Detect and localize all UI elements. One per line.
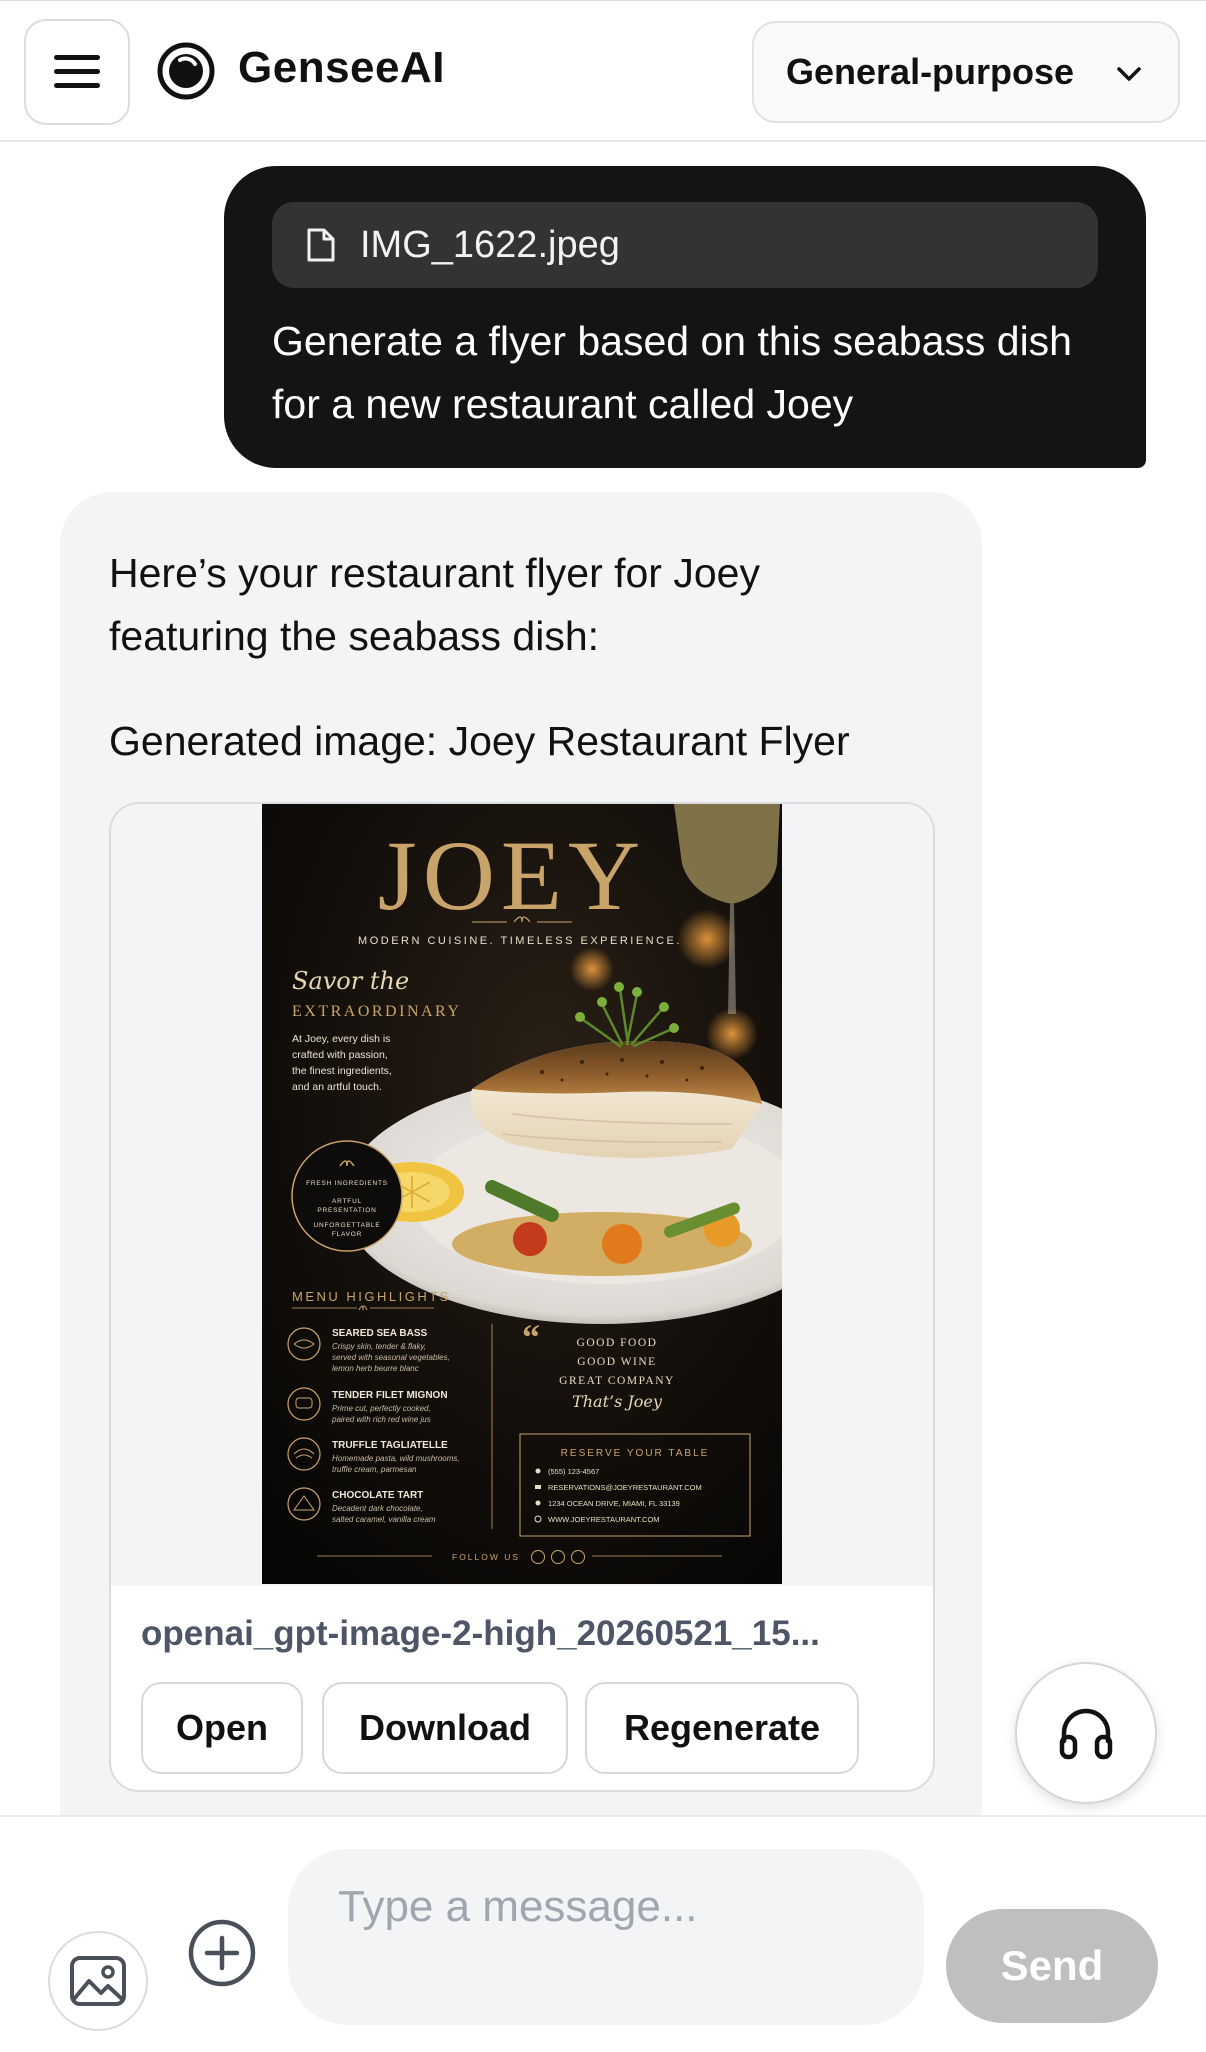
menu-item-desc: served with seasonal vegetables, [332, 1353, 450, 1362]
badge-line: FLAVOR [332, 1231, 362, 1238]
quote-line: GOOD WINE [577, 1356, 656, 1368]
reserve-title: RESERVE YOUR TABLE [561, 1448, 710, 1459]
plus-circle-icon [188, 1919, 256, 1987]
contact-website: WWW.JOEYRESTAURANT.COM [548, 1515, 660, 1524]
flyer-title: JOEY [378, 820, 646, 931]
file-icon [307, 228, 335, 262]
flyer-follow-text: FOLLOW US [452, 1552, 520, 1562]
menu-item-desc: Prime cut, perfectly cooked, [332, 1404, 431, 1413]
image-caption: Generated image: Joey Restaurant Flyer [109, 718, 850, 764]
send-button[interactable]: Send [946, 1909, 1158, 2023]
menu-item-desc: salted caramel, vanilla cream [332, 1515, 436, 1524]
menu-item-desc: truffle cream, parmesan [332, 1465, 417, 1474]
regenerate-button[interactable]: Regenerate [585, 1682, 859, 1774]
brand-name: GenseeAI [238, 43, 445, 92]
flyer-tagline: MODERN CUISINE. TIMELESS EXPERIENCE. [358, 935, 682, 947]
contact-phone: (555) 123-4567 [548, 1467, 599, 1476]
quote-line: GREAT COMPANY [559, 1375, 675, 1387]
image-icon [70, 1956, 126, 2006]
open-button[interactable]: Open [141, 1682, 303, 1774]
menu-item-desc: Decadent dark chocolate, [332, 1504, 423, 1513]
chevron-down-icon [1117, 67, 1141, 81]
contact-email: RESERVATIONS@JOEYRESTAURANT.COM [548, 1483, 702, 1492]
attach-image-button[interactable] [48, 1931, 148, 2031]
generated-image-card: JOEY MODERN CUISINE. TIMELESS EXPERIENCE… [109, 802, 935, 1792]
menu-item-desc: Crispy skin, tender & flaky, [332, 1342, 426, 1351]
attachment-chip[interactable]: IMG_1622.jpeg [272, 202, 1098, 288]
gensee-logo-icon [157, 42, 215, 100]
message-input[interactable] [288, 1849, 924, 2025]
download-button[interactable]: Download [322, 1682, 568, 1774]
flyer-desc-line: the finest ingredients, [292, 1065, 392, 1077]
voice-mode-button[interactable] [1015, 1662, 1157, 1804]
menu-item-desc: paired with rich red wine jus [331, 1415, 431, 1424]
badge-line: ARTFUL [332, 1198, 362, 1205]
svg-text:“: “ [522, 1317, 540, 1357]
flyer-heading: EXTRAORDINARY [292, 1003, 461, 1020]
flyer-desc-line: and an artful touch. [292, 1081, 382, 1093]
menu-item-name: CHOCOLATE TART [332, 1490, 423, 1501]
badge-line: FRESH INGREDIENTS [306, 1180, 388, 1187]
model-select-value: General-purpose [786, 51, 1075, 92]
image-filename: openai_gpt-image-2-high_20260521_15... [141, 1614, 820, 1653]
headphones-icon [1059, 1708, 1113, 1760]
menu-item-desc: lemon herb beurre blanc [332, 1364, 419, 1373]
flyer-desc-line: crafted with passion, [292, 1049, 388, 1061]
menu-item-name: SEARED SEA BASS [332, 1328, 428, 1339]
generated-flyer-image: JOEY MODERN CUISINE. TIMELESS EXPERIENCE… [262, 804, 782, 1584]
flyer-script-heading: Savor the [292, 967, 409, 995]
menu-item-name: TENDER FILET MIGNON [332, 1390, 448, 1401]
badge-line: UNFORGETTABLE [314, 1222, 381, 1229]
hamburger-menu-icon [54, 55, 100, 89]
user-message-bubble: IMG_1622.jpeg Generate a flyer based on … [224, 166, 1146, 468]
assistant-message-bubble: Here’s your restaurant flyer for Joey fe… [60, 492, 982, 1822]
assistant-intro-text: Here’s your restaurant flyer for Joey fe… [109, 550, 760, 659]
message-composer: Send [0, 1815, 1206, 2052]
quote-signature: That’s Joey [572, 1392, 663, 1411]
user-message-text: Generate a flyer based on this seabass d… [272, 318, 1072, 427]
flyer-menu-title: MENU HIGHLIGHTS [292, 1289, 451, 1304]
contact-address: 1234 OCEAN DRIVE, MIAMI, FL 33139 [548, 1499, 680, 1508]
add-button[interactable] [186, 1917, 258, 1989]
menu-button[interactable] [24, 19, 130, 125]
model-select[interactable]: General-purpose [752, 21, 1180, 123]
menu-item-name: TRUFFLE TAGLIATELLE [332, 1440, 448, 1451]
attachment-filename: IMG_1622.jpeg [360, 223, 620, 266]
badge-line: PRESENTATION [317, 1207, 376, 1214]
image-preview-area[interactable]: JOEY MODERN CUISINE. TIMELESS EXPERIENCE… [111, 804, 933, 1586]
menu-item-desc: Homemade pasta, wild mushrooms, [332, 1454, 460, 1463]
quote-line: GOOD FOOD [577, 1337, 658, 1349]
app-header: GenseeAI General-purpose [0, 0, 1206, 142]
flyer-desc-line: At Joey, every dish is [292, 1033, 390, 1045]
